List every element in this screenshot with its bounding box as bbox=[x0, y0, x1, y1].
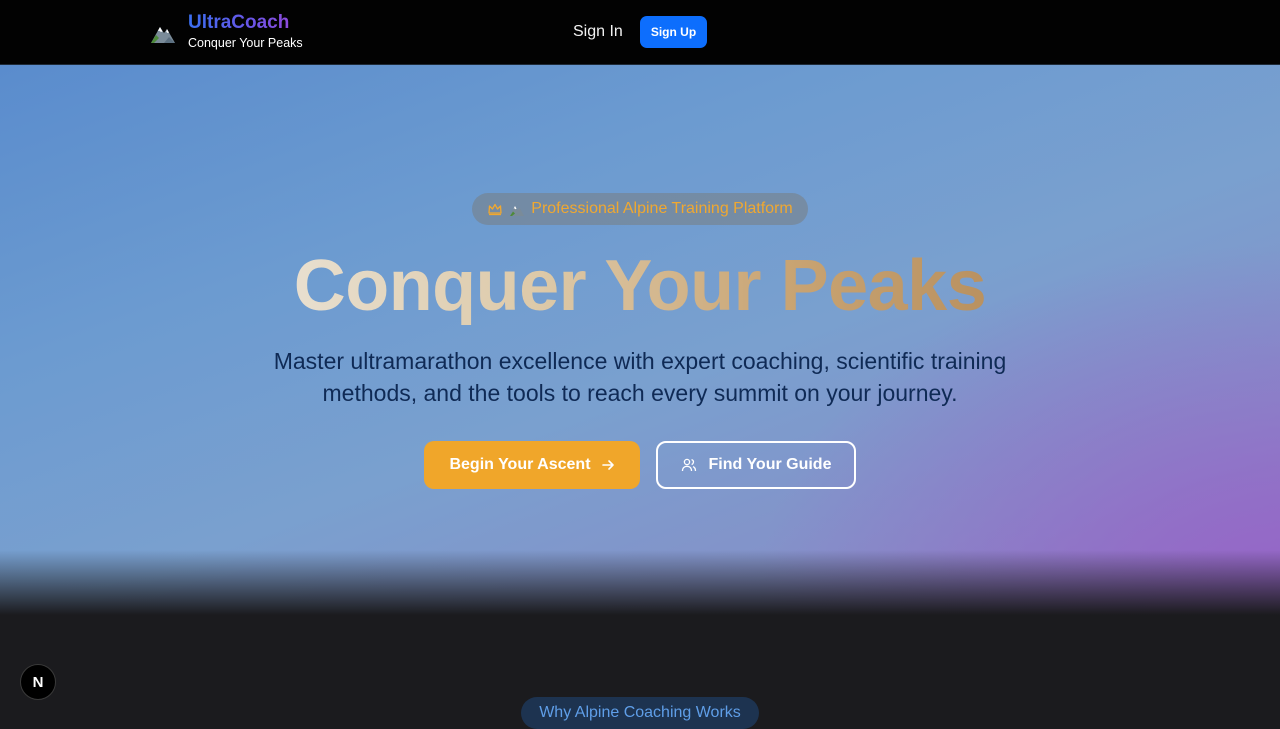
platform-badge-label: Professional Alpine Training Platform bbox=[531, 200, 793, 217]
sign-up-button[interactable]: Sign Up bbox=[640, 16, 707, 48]
brand-link[interactable]: UltraCoach Conquer Your Peaks bbox=[150, 12, 303, 51]
mountain-icon bbox=[510, 206, 525, 216]
brand-tagline: Conquer Your Peaks bbox=[188, 36, 303, 50]
begin-ascent-button[interactable]: Begin Your Ascent bbox=[424, 441, 640, 489]
hero-headline: Conquer Your Peaks bbox=[0, 245, 1280, 327]
users-icon bbox=[681, 458, 696, 472]
crown-icon bbox=[488, 203, 502, 216]
why-alpine-badge: Why Alpine Coaching Works bbox=[521, 697, 759, 729]
arrow-right-icon bbox=[601, 460, 614, 470]
brand-text: UltraCoach Conquer Your Peaks bbox=[188, 12, 303, 51]
brand-name: UltraCoach bbox=[188, 12, 303, 34]
begin-ascent-label: Begin Your Ascent bbox=[449, 456, 591, 473]
sign-in-link[interactable]: Sign In bbox=[573, 22, 623, 42]
hero-section: Professional Alpine Training Platform Co… bbox=[0, 65, 1280, 615]
mountain-icon bbox=[151, 26, 175, 43]
nextjs-dev-badge[interactable]: N bbox=[20, 664, 56, 700]
top-navbar: UltraCoach Conquer Your Peaks Sign In Si… bbox=[0, 0, 1280, 65]
find-guide-button[interactable]: Find Your Guide bbox=[656, 441, 856, 489]
platform-badge: Professional Alpine Training Platform bbox=[472, 193, 808, 225]
find-guide-label: Find Your Guide bbox=[708, 456, 832, 473]
hero-headline-text: Conquer Your Peaks bbox=[293, 246, 987, 326]
hero-bottom-fade bbox=[0, 550, 1280, 615]
hero-subtitle: Master ultramarathon excellence with exp… bbox=[273, 348, 1007, 406]
